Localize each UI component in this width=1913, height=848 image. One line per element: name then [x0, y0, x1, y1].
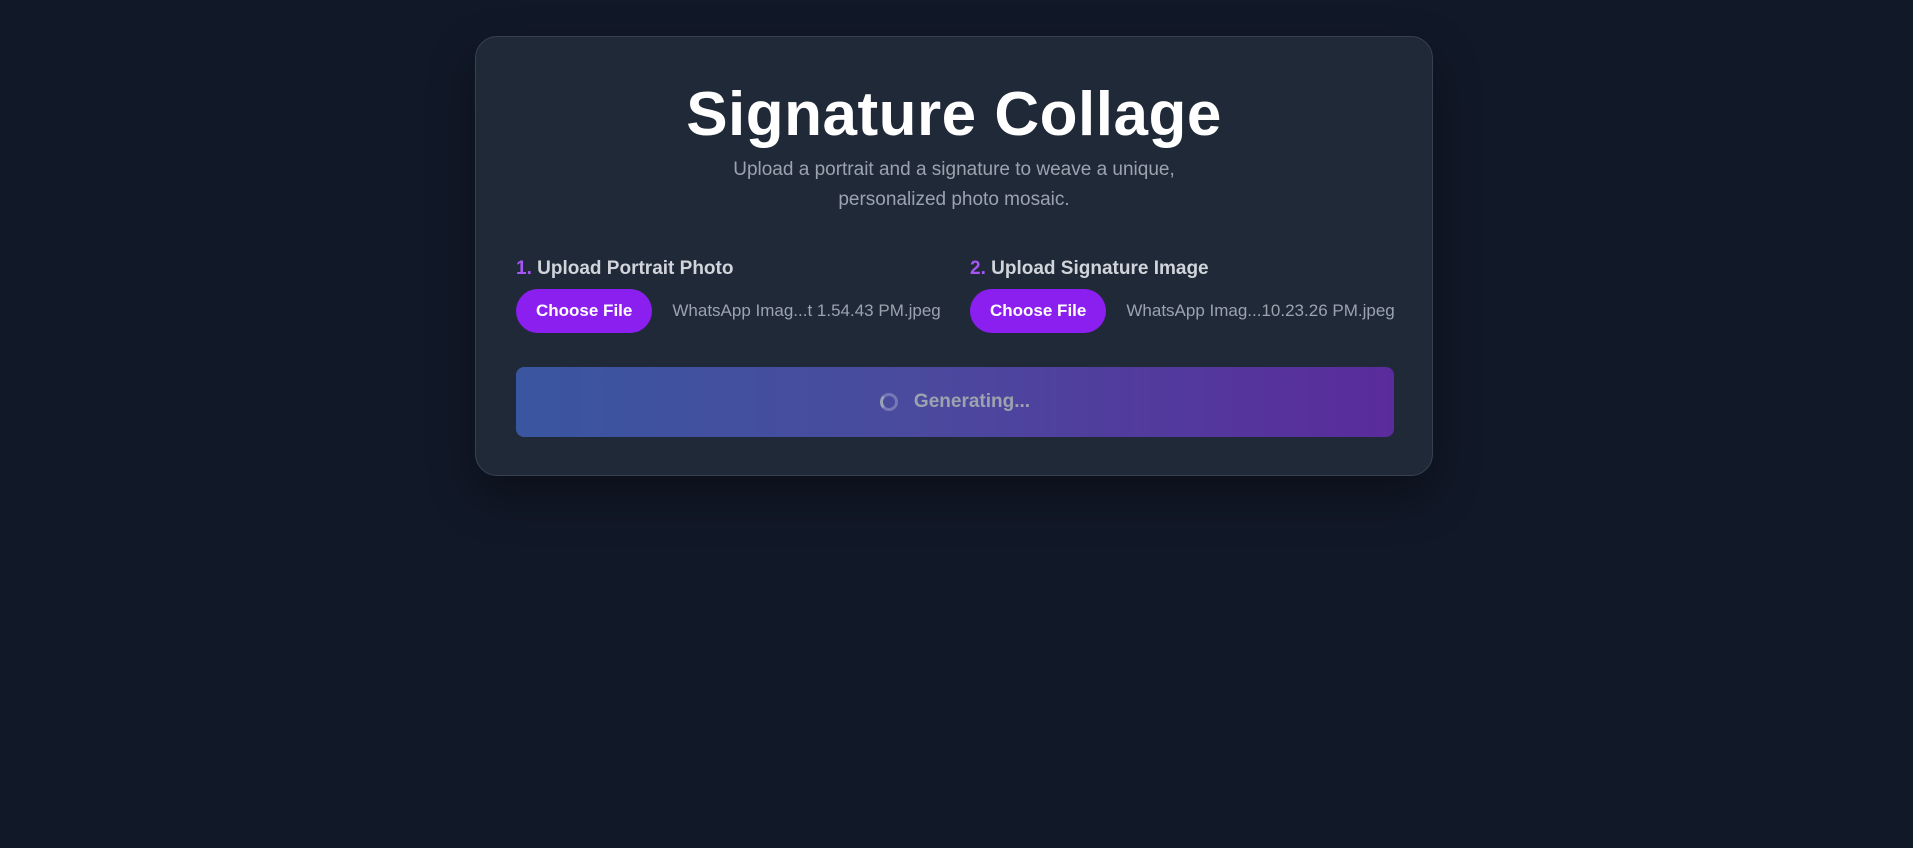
page-subtitle: Upload a portrait and a signature to wea…	[476, 155, 1432, 215]
signature-upload-label: 2. Upload Signature Image	[970, 255, 1410, 283]
subtitle-line-1: Upload a portrait and a signature to wea…	[733, 159, 1175, 180]
subtitle-line-2: personalized photo mosaic.	[838, 189, 1070, 210]
upload-label-text: Upload Portrait Photo	[537, 258, 734, 279]
portrait-upload-section: 1. Upload Portrait Photo Choose File Wha…	[516, 255, 941, 333]
generate-button[interactable]: Generating...	[516, 367, 1394, 437]
step-number: 2.	[970, 258, 986, 279]
portrait-upload-label: 1. Upload Portrait Photo	[516, 255, 936, 283]
portrait-choose-file-button[interactable]: Choose File	[516, 289, 653, 333]
signature-file-input[interactable]: Choose File WhatsApp Imag...10.23.26 PM.…	[970, 289, 1395, 333]
portrait-file-name: WhatsApp Imag...t 1.54.43 PM.jpeg	[672, 301, 941, 320]
loading-spinner-icon	[879, 393, 898, 411]
signature-choose-file-button[interactable]: Choose File	[970, 289, 1107, 333]
page-title: Signature Collage	[686, 80, 1222, 149]
step-number: 1.	[516, 258, 532, 279]
portrait-file-input[interactable]: Choose File WhatsApp Imag...t 1.54.43 PM…	[516, 289, 941, 333]
generate-button-label: Generating...	[913, 391, 1031, 412]
signature-upload-section: 2. Upload Signature Image Choose File Wh…	[970, 255, 1410, 333]
collage-card: Signature Collage Upload a portrait and …	[475, 36, 1433, 476]
upload-label-text: Upload Signature Image	[991, 258, 1209, 279]
signature-file-name: WhatsApp Imag...10.23.26 PM.jpeg	[1126, 301, 1395, 320]
